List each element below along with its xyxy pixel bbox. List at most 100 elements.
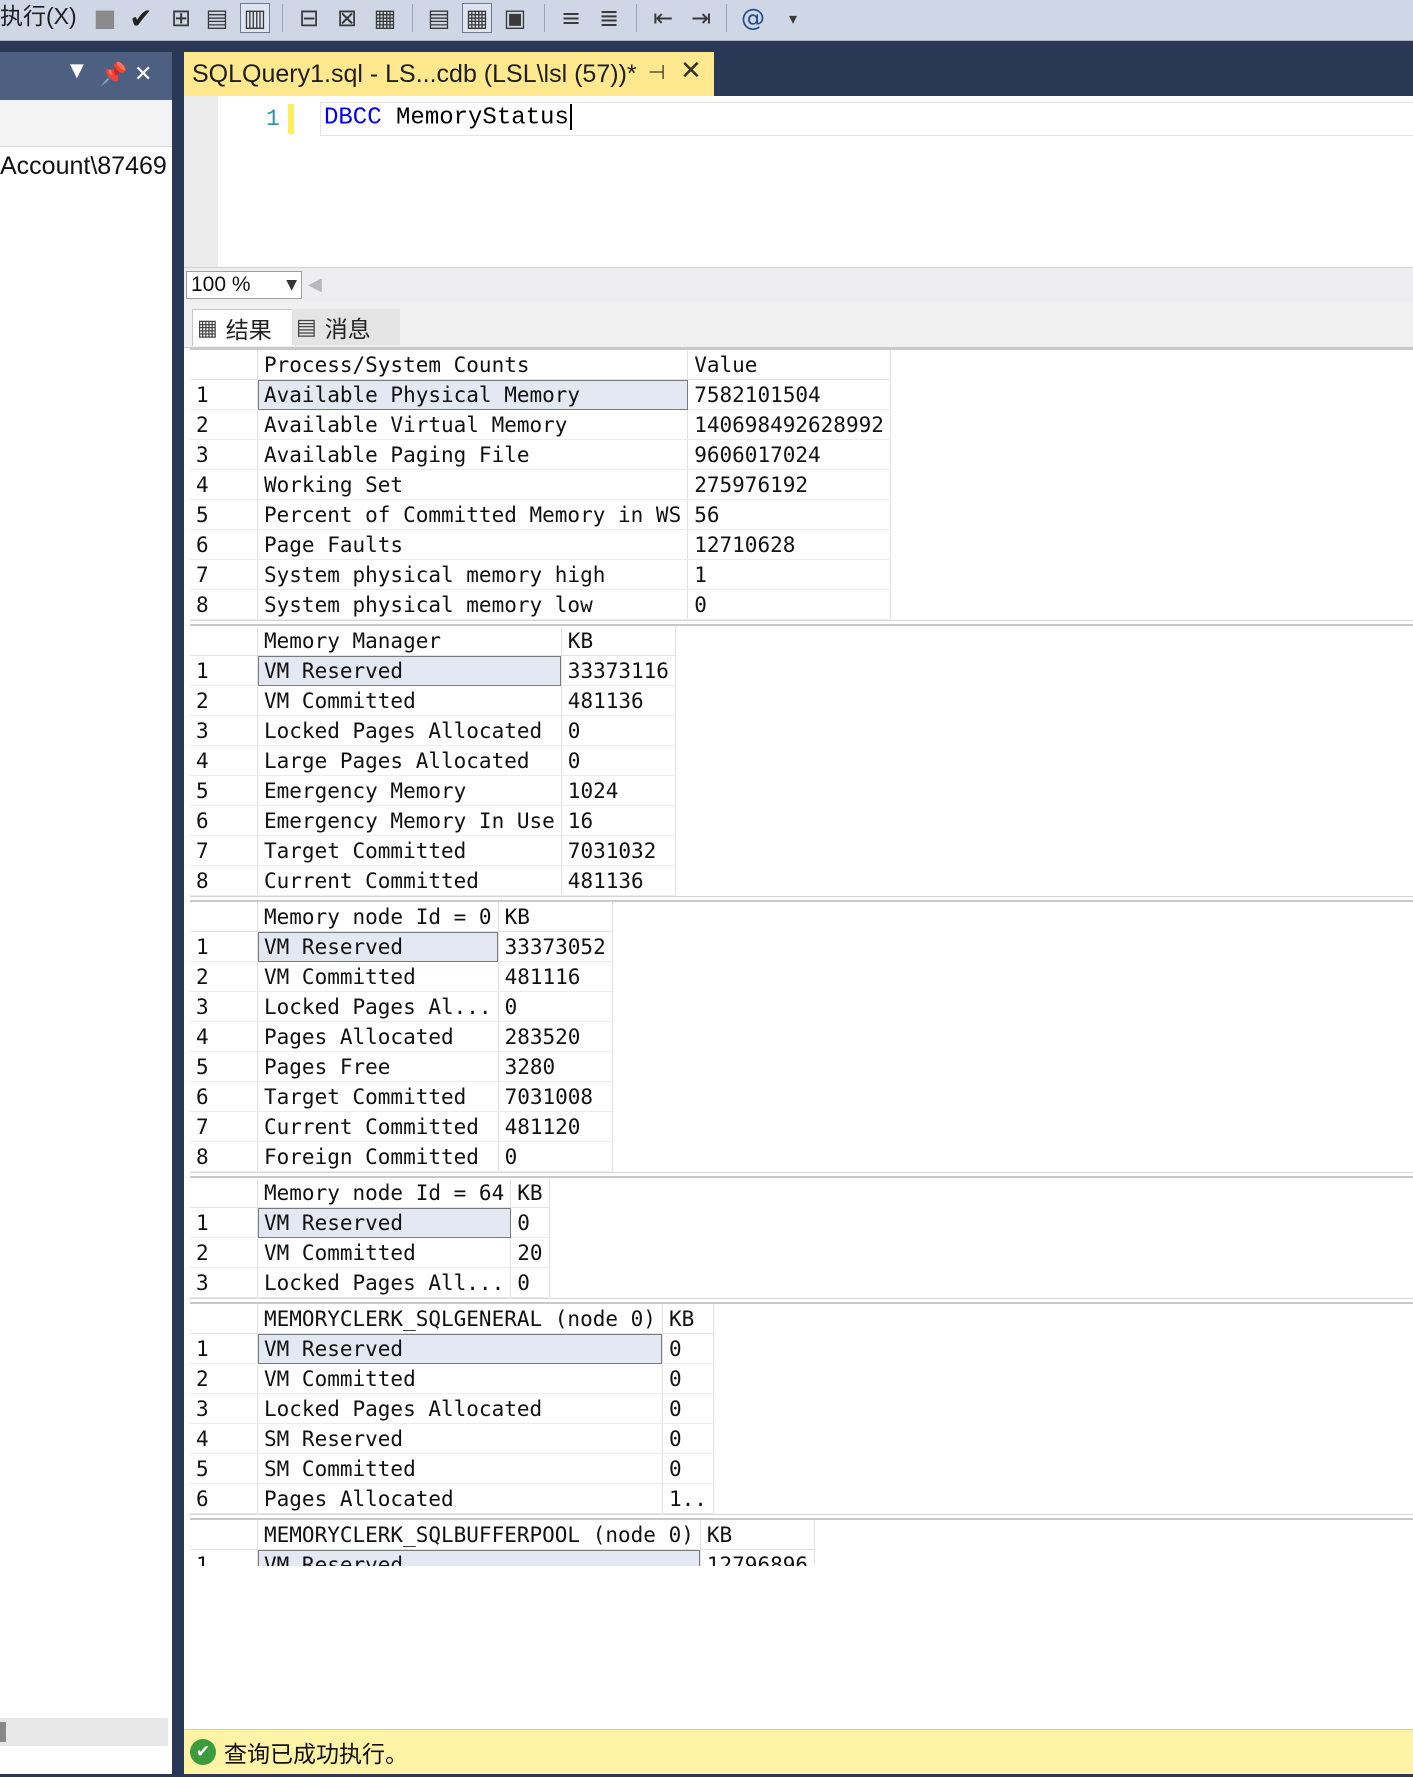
column-header[interactable]: Memory node Id = 0 (257, 902, 499, 932)
row-number[interactable]: 8 (190, 589, 258, 620)
scrollbar-thumb[interactable] (0, 1722, 6, 1742)
counter-name-cell[interactable]: Locked Pages Al... (257, 991, 499, 1022)
value-cell[interactable]: 481116 (498, 961, 613, 992)
table-row[interactable]: 3 Locked Pages Allocated 0 (190, 715, 676, 746)
live-query-stats-icon[interactable]: ⊠ (332, 3, 362, 33)
table-row[interactable]: 1 VM Reserved 0 (190, 1207, 550, 1238)
value-cell[interactable]: 481136 (561, 685, 676, 716)
column-header[interactable]: KB (700, 1520, 816, 1550)
parse-check-icon[interactable]: ✔ (126, 2, 156, 35)
result-set[interactable]: Memory node Id = 0 KB 1 VM Reserved 33373052… (190, 900, 1413, 1173)
row-number[interactable]: 3 (190, 1393, 258, 1424)
counter-name-cell[interactable]: VM Committed (257, 1237, 512, 1268)
row-number[interactable]: 8 (190, 865, 258, 896)
counter-name-cell[interactable]: SM Committed (257, 1453, 663, 1484)
grid-corner-cell[interactable] (190, 1178, 258, 1208)
pin-icon[interactable]: 📌 (100, 62, 127, 87)
value-cell[interactable]: 0 (498, 1141, 613, 1172)
row-number[interactable]: 2 (190, 1237, 258, 1268)
execute-button[interactable]: 执行(X) (0, 2, 77, 30)
counter-name-cell[interactable]: VM Reserved (257, 1549, 701, 1566)
counter-name-cell[interactable]: VM Committed (257, 961, 499, 992)
table-row[interactable]: 7 Target Committed 7031032 (190, 835, 676, 866)
table-row[interactable]: 3 Available Paging File 9606017024 (190, 439, 891, 470)
value-cell[interactable]: 56 (687, 499, 891, 530)
result-grid[interactable]: Memory node Id = 64 KB 1 VM Reserved 0 2 VM Co… (190, 1178, 550, 1298)
value-cell[interactable]: 33373116 (561, 655, 676, 686)
row-number[interactable]: 1 (190, 1333, 258, 1364)
value-cell[interactable]: 12796896 (700, 1549, 816, 1566)
counter-name-cell[interactable]: Available Virtual Memory (257, 409, 689, 440)
table-row[interactable]: 2 Available Virtual Memory 140698492628992 (190, 409, 891, 440)
result-set[interactable]: Memory node Id = 64 KB 1 VM Reserved 0 2 VM Co… (190, 1176, 1413, 1299)
result-grid[interactable]: MEMORYCLERK_SQLBUFFERPOOL (node 0) KB 1 VM … (190, 1520, 816, 1566)
results-to-grid-icon[interactable]: ▦ (462, 3, 492, 33)
value-cell[interactable]: 0 (662, 1363, 714, 1394)
counter-name-cell[interactable]: Pages Allocated (257, 1021, 499, 1052)
increase-indent-icon[interactable]: ⇥ (686, 3, 716, 33)
table-row[interactable]: 2 VM Committed 20 (190, 1237, 550, 1268)
chevron-down-icon[interactable]: ▼ (286, 272, 297, 298)
value-cell[interactable]: 1.. (662, 1483, 714, 1514)
close-pane-icon[interactable]: ✕ (134, 62, 152, 87)
counter-name-cell[interactable]: Locked Pages All... (257, 1267, 512, 1298)
grid-corner-cell[interactable] (190, 350, 258, 380)
grid-corner-cell[interactable] (190, 902, 258, 932)
results-to-file2-icon[interactable]: ▣ (500, 3, 530, 33)
row-number[interactable]: 1 (190, 1207, 258, 1238)
column-header[interactable]: KB (498, 902, 613, 932)
column-header[interactable]: KB (561, 626, 676, 656)
value-cell[interactable]: 481136 (561, 865, 676, 896)
table-row[interactable]: 6 Page Faults 12710628 (190, 529, 891, 560)
column-header[interactable]: Process/System Counts (257, 350, 689, 380)
column-header[interactable]: MEMORYCLERK_SQLBUFFERPOOL (node 0) (257, 1520, 701, 1550)
value-cell[interactable]: 0 (662, 1453, 714, 1484)
document-tab[interactable]: SQLQuery1.sql - LS...cdb (LSL\lsl (57))*… (184, 52, 714, 96)
counter-name-cell[interactable]: SM Reserved (257, 1423, 663, 1454)
row-number[interactable]: 2 (190, 409, 258, 440)
tab-results[interactable]: ▦ 结果 (192, 309, 296, 346)
row-number[interactable]: 3 (190, 991, 258, 1022)
result-grid[interactable]: Memory Manager KB 1 VM Reserved 33373116 2 VM … (190, 626, 676, 896)
counter-name-cell[interactable]: VM Reserved (257, 655, 562, 686)
sql-editor[interactable]: 1 DBCC MemoryStatus (184, 96, 1413, 267)
tab-messages[interactable]: ▤ 消息 (292, 309, 400, 345)
table-row[interactable]: 1 Available Physical Memory 7582101504 (190, 379, 891, 410)
result-grid[interactable]: Process/System Counts Value 1 Available Phy… (190, 350, 891, 620)
decrease-indent-icon[interactable]: ⇤ (648, 3, 678, 33)
table-row[interactable]: 8 Current Committed 481136 (190, 865, 676, 896)
column-header[interactable]: KB (510, 1178, 550, 1208)
result-set[interactable]: MEMORYCLERK_SQLGENERAL (node 0) KB 1 VM Res… (190, 1302, 1413, 1515)
toolbar-overflow-icon[interactable]: ▾ (778, 3, 808, 33)
row-number[interactable]: 4 (190, 745, 258, 776)
table-row[interactable]: 3 Locked Pages Allocated 0 (190, 1393, 714, 1424)
specify-template-values-icon[interactable]: @ (738, 3, 768, 33)
table-row[interactable]: 4 Working Set 275976192 (190, 469, 891, 500)
window-position-dropdown-icon[interactable]: ▼ (70, 60, 84, 81)
include-actual-plan-icon[interactable]: ⊟ (294, 3, 324, 33)
code-line[interactable]: DBCC MemoryStatus (324, 104, 572, 131)
counter-name-cell[interactable]: VM Reserved (257, 1333, 663, 1364)
table-row[interactable]: 5 Emergency Memory 1024 (190, 775, 676, 806)
value-cell[interactable]: 275976192 (687, 469, 891, 500)
tab-pin-icon[interactable]: ⊣ (648, 60, 665, 84)
counter-name-cell[interactable]: Pages Allocated (257, 1483, 663, 1514)
row-number[interactable]: 6 (190, 1081, 258, 1112)
value-cell[interactable]: 481120 (498, 1111, 613, 1142)
counter-name-cell[interactable]: Locked Pages Allocated (257, 715, 562, 746)
row-number[interactable]: 1 (190, 931, 258, 962)
table-row[interactable]: 7 Current Committed 481120 (190, 1111, 613, 1142)
counter-name-cell[interactable]: System physical memory low (257, 589, 689, 620)
tab-close-icon[interactable]: ✕ (680, 56, 702, 86)
row-number[interactable]: 7 (190, 1111, 258, 1142)
object-explorer-tree-item[interactable]: Account\87469 (0, 152, 168, 181)
counter-name-cell[interactable]: Emergency Memory (257, 775, 562, 806)
value-cell[interactable]: 0 (662, 1423, 714, 1454)
table-row[interactable]: 8 Foreign Committed 0 (190, 1141, 613, 1172)
result-grid[interactable]: MEMORYCLERK_SQLGENERAL (node 0) KB 1 VM Res… (190, 1304, 714, 1514)
column-header[interactable]: Value (687, 350, 891, 380)
table-row[interactable]: 8 System physical memory low 0 (190, 589, 891, 620)
query-designer-icon[interactable]: ▤ (202, 3, 232, 33)
table-row[interactable]: 2 VM Committed 0 (190, 1363, 714, 1394)
row-number[interactable]: 4 (190, 469, 258, 500)
